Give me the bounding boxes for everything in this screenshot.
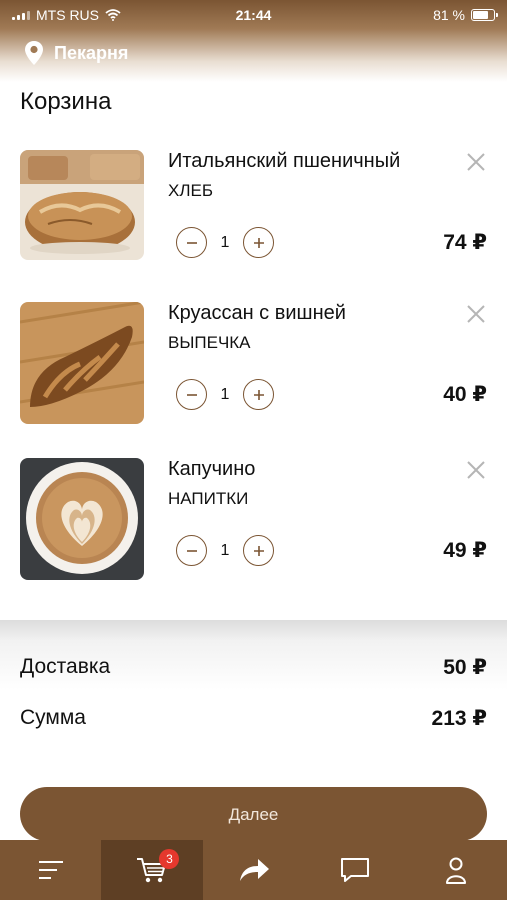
location-label: Пекарня	[54, 42, 129, 63]
remove-item-icon[interactable]	[464, 302, 488, 326]
quantity-value: 1	[220, 233, 230, 251]
battery-icon	[471, 9, 498, 21]
item-price: 40 ₽	[443, 383, 487, 406]
cappuccino-photo	[20, 458, 144, 580]
minus-icon	[186, 549, 197, 552]
quantity-value: 1	[220, 385, 230, 403]
total-value: 213 ₽	[431, 707, 487, 730]
plus-icon	[253, 389, 264, 400]
bottom-tab-bar: 3	[0, 840, 507, 900]
chat-icon	[340, 858, 369, 882]
decrease-quantity-button[interactable]	[176, 535, 207, 566]
tab-share[interactable]	[203, 840, 304, 900]
location-pin-icon	[25, 41, 43, 65]
remove-item-icon[interactable]	[464, 458, 488, 482]
increase-quantity-button[interactable]	[243, 535, 274, 566]
location-selector[interactable]: Пекарня	[24, 40, 128, 66]
cart-count-badge: 3	[159, 849, 180, 869]
item-name: Капучино	[168, 458, 256, 480]
status-time: 21:44	[235, 7, 272, 23]
cart-item: Капучино НАПИТКИ 1 49 ₽	[0, 458, 507, 582]
item-price: 49 ₽	[443, 539, 487, 562]
delivery-row: Доставка 50 ₽	[20, 655, 487, 680]
next-button[interactable]: Далее	[20, 787, 487, 841]
bread-photo	[20, 150, 144, 260]
minus-icon	[186, 241, 197, 244]
status-right: 81 %	[433, 7, 498, 23]
header: MTS RUS 21:44 81 % Пекарня	[0, 0, 507, 82]
delivery-value: 50 ₽	[443, 656, 487, 679]
total-row: Сумма 213 ₽	[20, 706, 487, 731]
tab-cart[interactable]: 3	[101, 840, 203, 900]
user-icon	[446, 857, 467, 884]
minus-icon	[186, 393, 197, 396]
increase-quantity-button[interactable]	[243, 379, 274, 410]
status-bar: MTS RUS 21:44 81 %	[0, 0, 507, 30]
battery-percent: 81 %	[433, 7, 465, 23]
share-arrow-icon	[239, 859, 269, 881]
item-category: ХЛЕБ	[168, 181, 213, 200]
tab-chat[interactable]	[304, 840, 405, 900]
quantity-stepper: 1	[176, 535, 274, 566]
tab-profile[interactable]	[406, 840, 507, 900]
increase-quantity-button[interactable]	[243, 227, 274, 258]
total-label: Сумма	[20, 706, 86, 729]
delivery-label: Доставка	[20, 655, 111, 678]
decrease-quantity-button[interactable]	[176, 227, 207, 258]
quantity-stepper: 1	[176, 379, 274, 410]
item-name: Круассан с вишней	[168, 302, 346, 324]
cart-item: Круассан с вишней ВЫПЕЧКА 1 40 ₽	[0, 302, 507, 426]
plus-icon	[253, 237, 264, 248]
remove-item-icon[interactable]	[464, 150, 488, 174]
item-category: ВЫПЕЧКА	[168, 333, 251, 352]
cart-item: Итальянский пшеничный ХЛЕБ 1 74 ₽	[0, 150, 507, 274]
croissant-photo	[20, 302, 144, 424]
next-button-label: Далее	[228, 805, 279, 824]
decrease-quantity-button[interactable]	[176, 379, 207, 410]
item-category: НАПИТКИ	[168, 489, 249, 508]
page-title: Корзина	[20, 88, 112, 115]
menu-icon	[38, 861, 63, 879]
quantity-value: 1	[220, 541, 230, 559]
item-price: 74 ₽	[443, 231, 487, 254]
quantity-stepper: 1	[176, 227, 274, 258]
tab-menu[interactable]	[0, 840, 101, 900]
plus-icon	[253, 545, 264, 556]
item-name: Итальянский пшеничный	[168, 150, 401, 172]
